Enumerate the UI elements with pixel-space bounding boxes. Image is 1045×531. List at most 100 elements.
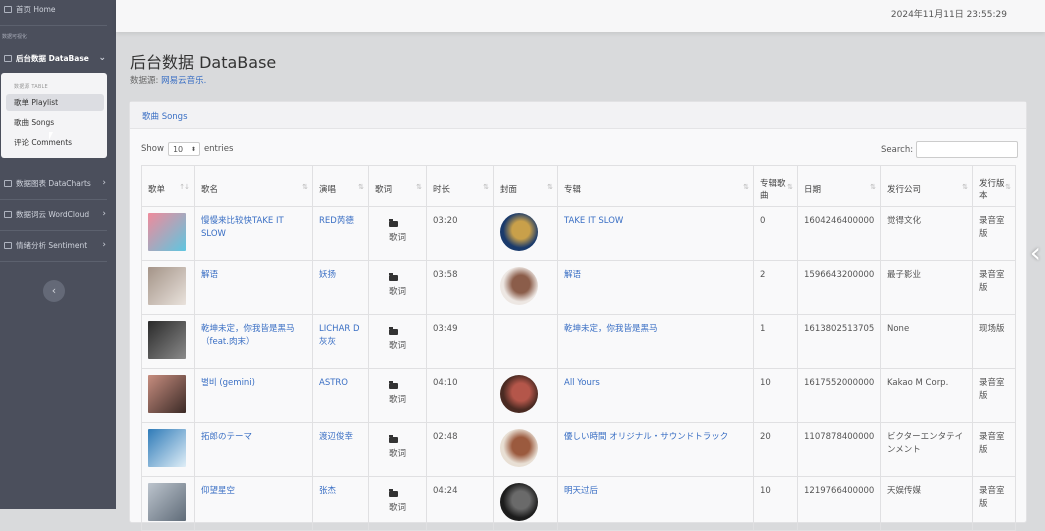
table-cell: 1107878400000 xyxy=(797,422,881,477)
column-header[interactable]: 专辑歌曲 ⇅ xyxy=(753,165,798,207)
duration: 03:20 xyxy=(433,216,458,226)
folder-icon[interactable] xyxy=(389,273,398,281)
lyric-link[interactable]: 歌词 xyxy=(389,232,420,245)
search-input[interactable] xyxy=(916,141,1019,158)
artist-link[interactable]: 渡辺俊幸 xyxy=(319,432,353,442)
column-header[interactable]: 时长 ⇅ xyxy=(426,165,494,207)
sidebar-collapse-button[interactable]: ‹ xyxy=(43,280,65,302)
column-header-label: 歌单 xyxy=(148,185,166,195)
sort-icon[interactable]: ⇅ xyxy=(416,183,422,191)
album-link[interactable]: 明天过后 xyxy=(564,486,598,496)
column-header-label: 歌名 xyxy=(201,185,219,195)
table-row: 慢慢来比较快TAKE IT SLOW RED芮德歌词 03:20 TAKE IT SL… xyxy=(141,206,1016,261)
folder-icon[interactable] xyxy=(389,435,398,443)
divider xyxy=(0,261,107,262)
table-cell xyxy=(141,476,195,531)
chevron-left-icon[interactable]: ‹ xyxy=(1030,236,1041,269)
folder-icon[interactable] xyxy=(389,489,398,497)
table-cell xyxy=(493,476,558,531)
sort-icon[interactable]: ⇅ xyxy=(302,183,308,191)
lyric-link[interactable]: 歌词 xyxy=(389,286,420,299)
album-cover xyxy=(500,213,538,251)
release-date: 1219766400000 xyxy=(804,486,875,496)
column-header[interactable]: 歌单 ↑↓ xyxy=(141,165,195,207)
column-header[interactable]: 发行版本 ⇅ xyxy=(972,165,1016,207)
artist-link[interactable]: ASTRO xyxy=(319,378,348,388)
nav-datacharts[interactable]: 数据图表 DataCharts › xyxy=(0,178,116,188)
column-header[interactable]: 演唱 ⇅ xyxy=(312,165,369,207)
sort-icon[interactable]: ⇅ xyxy=(787,183,793,191)
folder-icon[interactable] xyxy=(389,327,398,335)
table-cell: 觉得文化 xyxy=(880,206,973,261)
album-cover xyxy=(500,375,538,413)
album-link[interactable]: 乾坤未定，你我皆是黑马 xyxy=(564,324,658,334)
sort-icon[interactable]: ⇅ xyxy=(547,183,553,191)
duration: 03:58 xyxy=(433,270,458,280)
table-cell xyxy=(493,314,558,369)
release-date: 1596643200000 xyxy=(804,270,875,280)
sort-icon[interactable]: ↑↓ xyxy=(179,183,190,191)
column-header[interactable]: 歌词 ⇅ xyxy=(368,165,427,207)
sort-icon[interactable]: ⇅ xyxy=(743,183,749,191)
sort-icon[interactable]: ⇅ xyxy=(358,183,364,191)
column-header[interactable]: 发行公司 ⇅ xyxy=(880,165,973,207)
album-link[interactable]: TAKE IT SLOW xyxy=(564,216,623,226)
page-source: 数据源: 网易云音乐. xyxy=(130,74,206,86)
table-cell: 录音室版 xyxy=(972,422,1016,477)
release-version: 录音室版 xyxy=(979,378,1005,401)
card-title: 歌曲 Songs xyxy=(142,112,188,122)
artist-link[interactable]: 张杰 xyxy=(319,486,336,496)
table-cell: LICHAR D 灰灰 xyxy=(312,314,369,369)
artist-link[interactable]: 妖扬 xyxy=(319,270,336,280)
song-name-link[interactable]: 仰望星空 xyxy=(201,486,235,496)
table-cell: 渡辺俊幸 xyxy=(312,422,369,477)
folder-icon[interactable] xyxy=(389,381,398,389)
chart-icon xyxy=(4,179,12,187)
nav-database[interactable]: 后台数据 DataBase ⌄ xyxy=(0,53,116,63)
datetime: 2024年11月11日 23:55:29 xyxy=(890,10,1007,20)
table-cell: 录音室版 xyxy=(972,206,1016,261)
table-row: 별비 (gemini) ASTRO 歌词 04:10 All Yours 10 161755… xyxy=(141,368,1016,423)
nav-wordcloud[interactable]: 数据词云 WordCloud › xyxy=(0,209,116,219)
table-cell: 1604246400000 xyxy=(797,206,881,261)
page-size-select[interactable]: 10 ⬍ xyxy=(167,142,200,156)
publisher: 觉得文化 xyxy=(887,216,922,226)
table-cell: 03:58 xyxy=(426,260,494,315)
lyric-link[interactable]: 歌词 xyxy=(389,340,420,353)
lyric-link[interactable]: 歌词 xyxy=(389,394,420,407)
song-name-link[interactable]: 解语 xyxy=(201,270,218,280)
submenu-item-playlist[interactable]: 歌单 Playlist xyxy=(6,94,104,111)
table-cell: 最子影业 xyxy=(880,260,973,315)
lyric-link[interactable]: 歌词 xyxy=(389,448,420,461)
submenu-item-comments[interactable]: 评论 Comments xyxy=(6,134,104,151)
nav-sentiment[interactable]: 情绪分析 Sentiment › xyxy=(0,240,116,250)
column-header[interactable]: 封面 ⇅ xyxy=(493,165,558,207)
submenu-item-songs[interactable]: 歌曲 Songs xyxy=(6,114,104,131)
table-cell: Kakao M Corp. xyxy=(880,368,973,423)
table-cell: 乾坤未定，你我皆是黑马（feat.肉末） xyxy=(194,314,313,369)
table-cell: 仰望星空 xyxy=(194,476,313,531)
artist-link[interactable]: RED芮德 xyxy=(319,216,354,226)
table-cell: 录音室版 xyxy=(972,476,1016,531)
database-submenu: 数据源 TABLE 歌单 Playlist 歌曲 Songs 评论 Commen… xyxy=(1,73,107,158)
album-song-count: 2 xyxy=(760,270,766,280)
folder-icon[interactable] xyxy=(389,219,398,227)
release-date: 1107878400000 xyxy=(804,432,875,442)
sort-icon[interactable]: ⇅ xyxy=(962,183,968,191)
song-name-link[interactable]: 乾坤未定，你我皆是黑马（feat.肉末） xyxy=(201,324,295,347)
song-name-link[interactable]: 拓郎のテーマ xyxy=(201,432,252,442)
column-header[interactable]: 歌名 ⇅ xyxy=(194,165,313,207)
column-header[interactable]: 专辑 ⇅ xyxy=(557,165,754,207)
nav-home[interactable]: 首页 Home xyxy=(0,4,116,14)
sort-icon[interactable]: ⇅ xyxy=(1005,183,1011,191)
album-link[interactable]: All Yours xyxy=(564,378,600,388)
artist-link[interactable]: LICHAR D 灰灰 xyxy=(319,324,360,347)
song-name-link[interactable]: 별비 (gemini) xyxy=(201,378,255,388)
source-link[interactable]: 网易云音乐. xyxy=(161,76,206,86)
album-link[interactable]: 優しい時間 オリジナル・サウンドトラック xyxy=(564,432,728,442)
song-name-link[interactable]: 慢慢来比较快TAKE IT SLOW xyxy=(201,216,284,239)
sort-icon[interactable]: ⇅ xyxy=(483,183,489,191)
sort-icon[interactable]: ⇅ xyxy=(870,183,876,191)
column-header[interactable]: 日期 ⇅ xyxy=(797,165,881,207)
album-link[interactable]: 解语 xyxy=(564,270,581,280)
